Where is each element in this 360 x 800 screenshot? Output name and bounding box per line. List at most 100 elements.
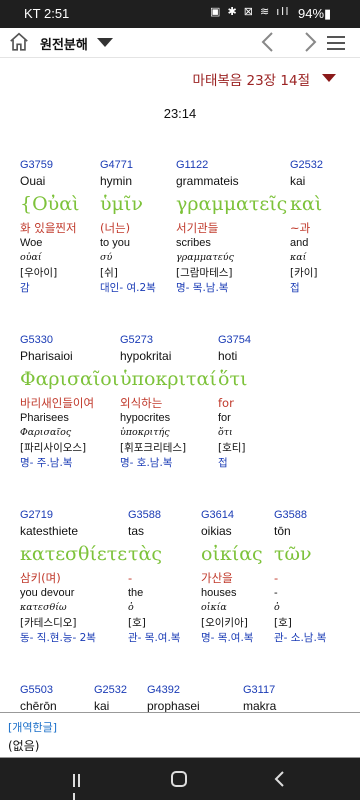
strong-number[interactable]: G3117 (243, 685, 276, 699)
word-block[interactable]: G5273 hypokritai ὑποκριταί 외식하는 hypocrit… (120, 335, 217, 473)
pronunciation: [우아이] (20, 267, 58, 279)
lemma: γραμματεύς (176, 252, 234, 263)
korean-gloss: 외식하는 (120, 396, 163, 410)
hamburger-menu-icon[interactable] (327, 33, 347, 51)
english-gloss: the (128, 587, 144, 599)
word-block[interactable]: G3759 Ouai {Οὐαὶ 화 있을찐저 Woe οὐαί [우아이] 감 (20, 160, 80, 298)
pronunciation: [쉬] (100, 267, 118, 279)
word-block[interactable]: G3588 tōn τῶν - - ὁ [호] 관- 소.남.복 (274, 510, 326, 648)
english-gloss: and (290, 237, 309, 249)
strong-number[interactable]: G5330 (20, 335, 119, 349)
parsing: 감 (20, 282, 30, 294)
word-block[interactable]: G1122 grammateis γραμματεῖς 서기관들 scribes… (176, 160, 287, 298)
strong-number[interactable]: G3754 (218, 335, 251, 349)
korean-gloss: (너는) (100, 221, 131, 235)
chevron-right-icon[interactable] (300, 30, 320, 54)
word-block[interactable]: G3754 hoti ὅτι for for ὅτι [호티] 접 (218, 335, 251, 473)
parsing: 명- 목.여.복 (201, 632, 254, 644)
greek-word: ὑποκριταί (120, 368, 217, 390)
verse-number: 23:14 (163, 106, 197, 121)
word-block[interactable]: G2719 katesthiete κατεσθίετε 삼키(며) you d… (20, 510, 127, 648)
pronunciation: [오이키아] (201, 617, 248, 629)
translation-panel: [개역한글] (없음) (0, 712, 360, 758)
greek-word: κατεσθίετε (20, 543, 128, 565)
home-button-icon[interactable] (171, 771, 187, 787)
greek-word: {Οὐαὶ (20, 193, 80, 215)
pronunciation: [카테스디오] (20, 617, 77, 629)
parsing: 대인- 여.2복 (100, 282, 156, 294)
parsing: 관- 목.여.복 (128, 632, 181, 644)
korean-gloss: ~과 (290, 221, 311, 235)
greek-word: ὑμῖν (100, 193, 143, 215)
status-icons: ▣ ✱ ⊠ ≋ ıll (210, 6, 291, 18)
reference-label[interactable]: 마태복음 23장 14절 (193, 69, 310, 89)
english-gloss: to you (100, 237, 130, 249)
status-bar: KT 2:51 ▣ ✱ ⊠ ≋ ıll 94%▮ (0, 0, 360, 28)
english-gloss: Pharisees (20, 412, 69, 424)
word-block[interactable]: G4771 hymin ὑμῖν (너는) to you σύ [쉬] 대인- … (100, 160, 156, 298)
greek-word: γραμματεῖς (176, 193, 288, 215)
english-gloss: scribes (176, 237, 211, 249)
pronunciation: [휘포크리테스] (120, 442, 187, 454)
lemma: ὁ (128, 602, 134, 613)
strong-number[interactable]: G1122 (176, 160, 287, 174)
greek-word: ὅτι (218, 368, 248, 390)
pronunciation: [호] (128, 617, 146, 629)
word-block[interactable]: G2532 kai καὶ ~과 and καί [카이] 접 (290, 160, 323, 298)
english-gloss: - (274, 587, 278, 599)
parsing: 명- 호.남.복 (120, 457, 173, 469)
home-icon[interactable] (8, 31, 30, 53)
strong-number[interactable]: G3614 (201, 510, 263, 524)
english-gloss: you devour (20, 587, 75, 599)
status-time: KT 2:51 (24, 6, 70, 21)
transliteration: Pharisaioi (20, 349, 73, 363)
pronunciation: [그람마테스] (176, 267, 233, 279)
parsing: 명- 주.남.복 (20, 457, 73, 469)
transliteration: hypokritai (120, 349, 172, 363)
word-block[interactable]: G3614 oikias οἰκίας 가산을 houses οἰκία [오이… (201, 510, 263, 648)
reference-selector[interactable]: 마태복음 23장 14절 (0, 64, 360, 92)
transliteration: katesthiete (20, 524, 79, 538)
english-gloss: houses (201, 587, 237, 599)
korean-gloss: - (128, 571, 133, 585)
lemma: ὑποκριτής (120, 427, 170, 438)
translation-title: [개역한글] (8, 721, 58, 734)
strong-number[interactable]: G2532 (94, 685, 127, 699)
chevron-down-icon[interactable] (322, 74, 336, 82)
lemma: οἰκία (201, 602, 227, 613)
chevron-down-icon[interactable] (97, 38, 113, 47)
korean-gloss: 삼키(며) (20, 571, 61, 585)
greek-word: τὰς (128, 543, 162, 565)
mode-select-label[interactable]: 원전분해 (40, 34, 88, 53)
strong-number[interactable]: G3588 (128, 510, 180, 524)
chevron-left-icon[interactable] (258, 30, 278, 54)
greek-word: οἰκίας (201, 543, 263, 565)
strong-number[interactable]: G3759 (20, 160, 80, 174)
transliteration: tōn (274, 524, 291, 538)
pronunciation: [호] (274, 617, 292, 629)
lemma: ὅτι (218, 427, 233, 438)
pronunciation: [호티] (218, 442, 246, 454)
lemma: ὁ (274, 602, 280, 613)
strong-number[interactable]: G2719 (20, 510, 127, 524)
strong-number[interactable]: G2532 (290, 160, 323, 174)
strong-number[interactable]: G4771 (100, 160, 156, 174)
strong-number[interactable]: G5503 (20, 685, 57, 699)
recents-icon[interactable] (73, 772, 87, 800)
pronunciation: [파리사이오스] (20, 442, 87, 454)
korean-gloss: 화 있을찐저 (20, 221, 77, 235)
battery-indicator: 94%▮ (298, 6, 332, 21)
lemma: Φαρισαῖος (20, 427, 72, 438)
parsing: 접 (290, 282, 300, 294)
lemma: οὐαί (20, 252, 42, 263)
transliteration: tas (128, 524, 145, 538)
strong-number[interactable]: G3588 (274, 510, 326, 524)
word-block[interactable]: G5330 Pharisaioi Φαρισαῖοι 바리새인들이여 Phari… (20, 335, 119, 473)
lemma: καί (290, 252, 307, 263)
back-icon[interactable] (272, 769, 288, 789)
strong-number[interactable]: G5273 (120, 335, 217, 349)
strong-number[interactable]: G4392 (147, 685, 200, 699)
english-gloss: hypocrites (120, 412, 171, 424)
pronunciation: [카이] (290, 267, 318, 279)
word-block[interactable]: G3588 tas τὰς - the ὁ [호] 관- 목.여.복 (128, 510, 180, 648)
